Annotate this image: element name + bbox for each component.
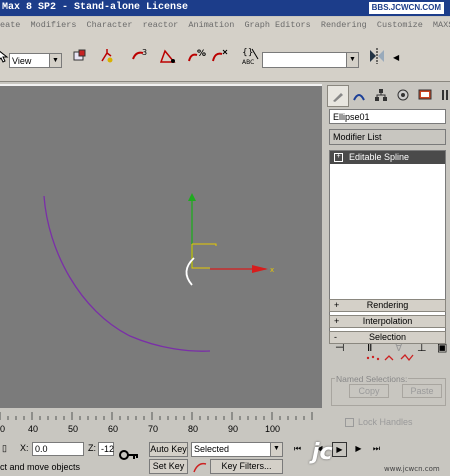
rotate-icon[interactable]: 3 (130, 45, 150, 67)
lock-handles-checkbox[interactable] (345, 418, 354, 428)
rollout-selection[interactable]: - Selection (329, 331, 446, 344)
command-panel: Ellipse01 Modifier List + Editable Spline… (325, 82, 450, 476)
main-toolbar: 3 % {} ABC ◀ (0, 33, 450, 82)
modifier-list-dropdown[interactable]: Modifier List (329, 129, 446, 145)
svg-text:%: % (197, 49, 206, 59)
status-bar: ▯ X: 0.0 Z: -12 Auto Key Selected ▼ Set … (0, 438, 450, 476)
paste-button[interactable]: Paste (402, 384, 442, 398)
ruler-tick-label: 80 (188, 424, 199, 434)
ruler-tick-label: 0 (0, 424, 6, 434)
menu-maxscript[interactable]: MAXScrip (433, 20, 450, 30)
svg-text:3: 3 (142, 48, 147, 57)
chevron-down-icon: ▼ (270, 443, 282, 456)
lock-selection-icon[interactable]: ▯ (2, 443, 7, 454)
menu-character[interactable]: Character (87, 20, 133, 30)
chevron-down-icon: ▼ (346, 53, 358, 67)
auto-key-button[interactable]: Auto Key (149, 442, 188, 457)
gizmo-y-arrow (188, 193, 196, 201)
menu-modifiers[interactable]: Modifiers (31, 20, 77, 30)
named-selections-label: Named Selections: (335, 374, 409, 384)
time-ruler[interactable]: 0 40 50 60 70 80 90 100 (0, 410, 322, 438)
modify-tab-icon[interactable] (349, 85, 369, 105)
lock-handles-row[interactable]: Lock Handles (345, 417, 413, 428)
rollout-toggle: + (334, 300, 340, 310)
go-to-start-icon[interactable]: ⏮ (291, 442, 304, 455)
menu-animation[interactable]: Animation (188, 20, 234, 30)
angle-snap-icon[interactable] (158, 45, 178, 67)
key-mode-select[interactable]: Selected ▼ (191, 442, 283, 457)
menu-create[interactable]: eate (0, 20, 20, 30)
display-tab-icon[interactable] (415, 85, 435, 105)
ruler-tick-label: 70 (148, 424, 159, 434)
watermark-top: BBS.JCWCN.COM (368, 2, 444, 14)
next-frame-icon[interactable]: ▶ (352, 442, 365, 455)
rollout-rendering[interactable]: + Rendering (329, 299, 446, 312)
prompt-line: ct and move objects (0, 462, 81, 472)
play-icon[interactable]: ▶ (332, 442, 347, 457)
pivot-arc (185, 257, 195, 286)
key-icon[interactable] (119, 448, 139, 467)
rollout-toggle: + (334, 316, 340, 326)
x-coordinate-field[interactable]: 0.0 (32, 442, 84, 456)
stack-item-editable-spline[interactable]: + Editable Spline (330, 151, 445, 164)
object-name-field[interactable]: Ellipse01 (329, 109, 446, 124)
motion-tab-icon[interactable] (393, 85, 413, 105)
menu-reactor[interactable]: reactor (143, 20, 179, 30)
rollout-label: Selection (368, 332, 407, 342)
subobject-level-icons (365, 352, 425, 366)
segment-level-icon (384, 355, 394, 361)
menu-graph-editors[interactable]: Graph Editors (244, 20, 310, 30)
copy-button[interactable]: Copy (349, 384, 389, 398)
view-select-value: View (12, 56, 32, 66)
toolbar-more-icon[interactable]: ◀ (393, 53, 399, 62)
mirror-icon[interactable] (367, 45, 387, 67)
menu-customize[interactable]: Customize (377, 20, 423, 30)
ruler-tick-label: 40 (28, 424, 39, 434)
command-panel-tabs (325, 84, 450, 107)
key-mode-value: Selected (194, 444, 230, 454)
watermark-url: www.jcwcn.com (384, 465, 440, 473)
watermark-logo: jc (312, 440, 333, 465)
ruler-tick-label: 90 (228, 424, 239, 434)
lock-handles-label: Lock Handles (358, 417, 413, 427)
reference-coordinate-select[interactable]: View ▼ (9, 53, 62, 68)
move-icon[interactable] (97, 45, 117, 67)
gizmo-plane-handle (191, 243, 217, 269)
edit-named-icon[interactable]: {} ABC (240, 45, 262, 67)
ellipse-spline (43, 195, 211, 352)
viewport[interactable]: x (0, 84, 322, 408)
key-mode-toggle-icon[interactable] (192, 460, 208, 474)
gizmo-x-arrow (252, 265, 268, 273)
named-selection-set-select[interactable]: ▼ (262, 52, 359, 68)
hierarchy-tab-icon[interactable] (371, 85, 391, 105)
go-to-end-icon[interactable]: ⏭ (370, 442, 383, 455)
rollout-toggle: - (334, 332, 337, 342)
stack-item-label: Editable Spline (349, 152, 410, 162)
chevron-down-icon: ▼ (49, 54, 61, 67)
percent-snap-icon[interactable]: % (186, 45, 206, 67)
ruler-tick-label: 100 (265, 424, 281, 434)
rollout-interpolation[interactable]: + Interpolation (329, 315, 446, 328)
create-tab-icon[interactable] (327, 85, 349, 107)
menu-rendering[interactable]: Rendering (321, 20, 367, 30)
rollout-label: Interpolation (362, 316, 413, 326)
ruler-tick-label: 50 (68, 424, 79, 434)
svg-text:ABC: ABC (242, 59, 254, 66)
menu-bar: eate Modifiers Character reactor Animati… (0, 17, 450, 33)
gizmo-x-label: x (270, 266, 274, 274)
rollout-label: Rendering (366, 300, 409, 310)
expand-icon[interactable]: + (334, 153, 343, 163)
set-key-button[interactable]: Set Key (149, 459, 188, 474)
x-label: X: (20, 443, 29, 453)
key-filters-button[interactable]: Key Filters... (210, 459, 283, 474)
spinner-snap-icon[interactable] (210, 45, 230, 67)
ruler-tick-label: 60 (108, 424, 119, 434)
link-icon[interactable] (70, 45, 90, 67)
z-label: Z: (88, 443, 96, 453)
z-coordinate-field[interactable]: -12 (98, 442, 114, 456)
spline-level-icon (400, 354, 414, 362)
utilities-tab-icon[interactable] (435, 85, 450, 105)
vertex-level-icon (366, 355, 380, 361)
